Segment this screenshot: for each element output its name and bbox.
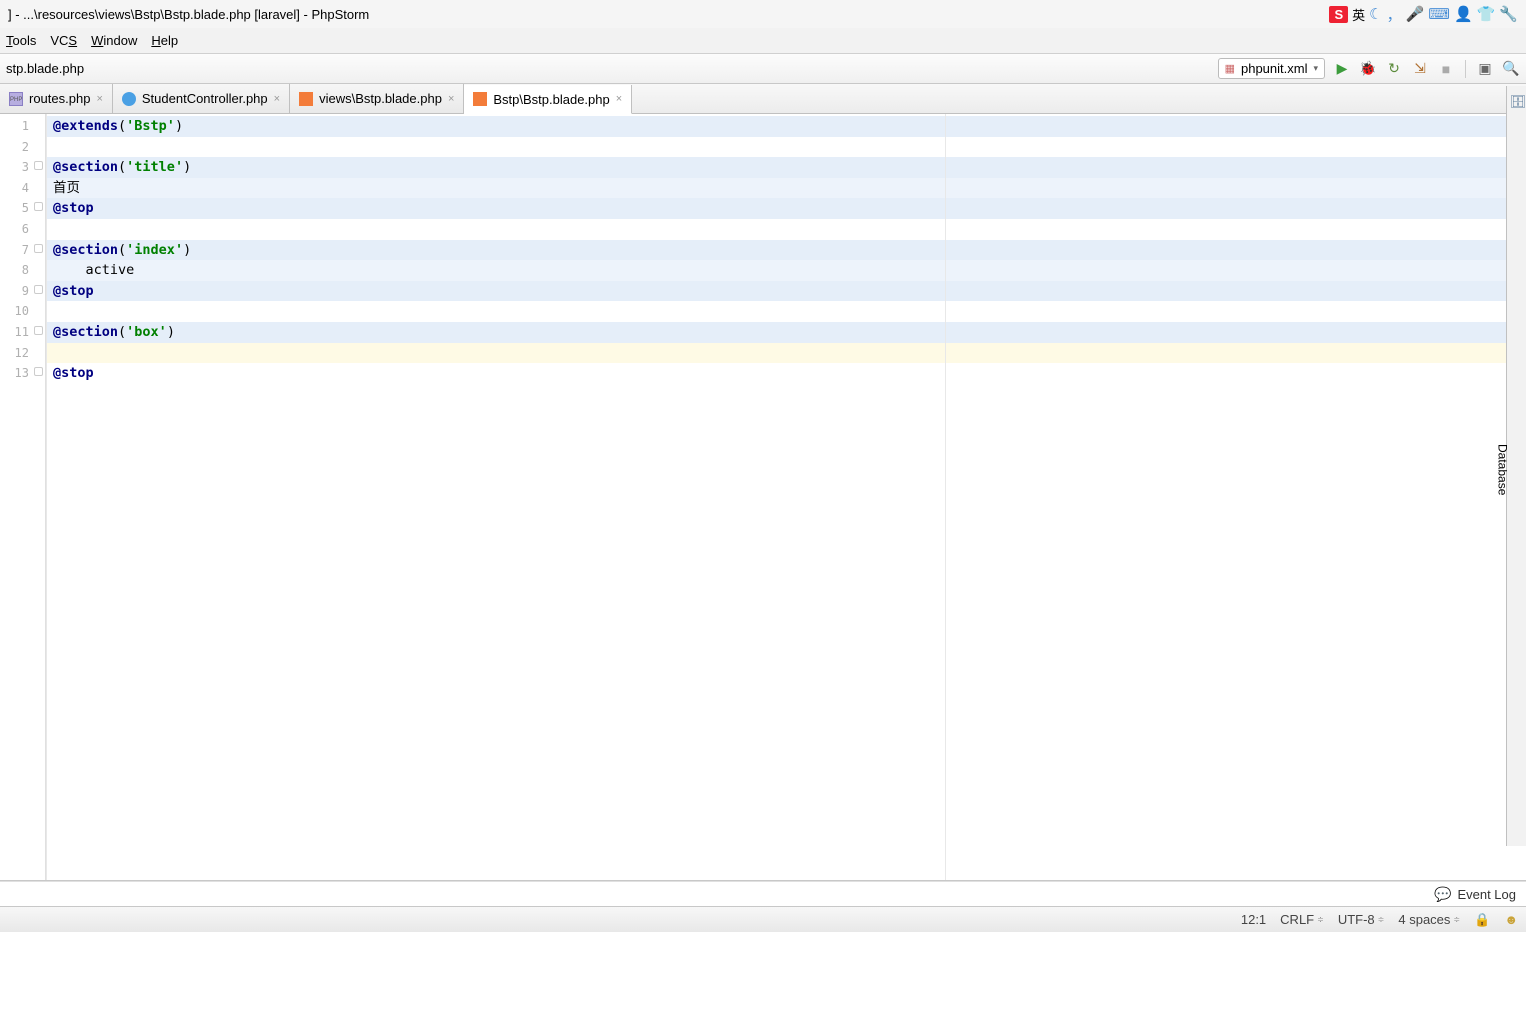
file-icon (473, 92, 487, 106)
code-line[interactable]: @stop (47, 281, 1526, 302)
tab-label: routes.php (29, 91, 90, 106)
menu-tools[interactable]: Tools (6, 33, 36, 48)
debug-button[interactable]: 🐞 (1359, 60, 1377, 78)
menubar: Tools VCS Window Help (0, 28, 1526, 54)
window-title: ] - ...\resources\views\Bstp\Bstp.blade.… (8, 7, 369, 22)
attach-button[interactable]: ⇲ (1411, 60, 1429, 78)
file-icon (122, 92, 136, 106)
status-caret-pos[interactable]: 12:1 (1241, 912, 1266, 927)
line-number[interactable]: 2 (0, 137, 45, 158)
code-line[interactable] (47, 219, 1526, 240)
code-area[interactable]: @extends('Bstp')@section('title')首页@stop… (46, 114, 1526, 880)
code-line[interactable]: @section('index') (47, 240, 1526, 261)
event-log-label[interactable]: Event Log (1457, 887, 1516, 902)
close-icon[interactable]: × (96, 93, 102, 105)
code-line[interactable] (47, 301, 1526, 322)
run-config-select[interactable]: ▦ phpunit.xml ▾ (1218, 58, 1325, 79)
line-number[interactable]: 1 (0, 116, 45, 137)
moon-icon[interactable]: ☾ (1369, 5, 1382, 23)
fold-marker-icon[interactable] (34, 326, 43, 335)
code-line[interactable]: active (47, 260, 1526, 281)
phpunit-icon: ▦ (1225, 62, 1235, 75)
code-line[interactable]: @stop (47, 363, 1526, 384)
menu-window[interactable]: Window (91, 33, 137, 48)
search-button[interactable]: 🔍 (1502, 60, 1520, 78)
tab-label: Bstp\Bstp.blade.php (493, 92, 609, 107)
line-number[interactable]: 3 (0, 157, 45, 178)
status-indent[interactable]: 4 spaces≑ (1398, 912, 1460, 927)
shirt-icon[interactable]: 👕 (1477, 5, 1496, 23)
menu-help[interactable]: Help (151, 33, 178, 48)
fold-marker-icon[interactable] (34, 202, 43, 211)
run-button[interactable]: ▶ (1333, 60, 1351, 78)
fold-marker-icon[interactable] (34, 285, 43, 294)
fold-marker-icon[interactable] (34, 367, 43, 376)
tab-label: StudentController.php (142, 91, 268, 106)
event-log-bar: 💬 Event Log (0, 882, 1526, 906)
ime-tray: S 英 ☾ ， 🎤 ⌨ 👤 👕 🔧 (1329, 4, 1518, 25)
line-number[interactable]: 7 (0, 240, 45, 261)
tab-studentcontroller-php[interactable]: StudentController.php × (113, 84, 290, 113)
code-line[interactable] (47, 137, 1526, 158)
layout-button[interactable]: ▣ (1476, 60, 1494, 78)
statusbar: 12:1 CRLF≑ UTF-8≑ 4 spaces≑ 🔒 ☻ (0, 906, 1526, 932)
line-number[interactable]: 11 (0, 322, 45, 343)
breadcrumb[interactable]: stp.blade.php (6, 61, 84, 76)
database-tool-window-button[interactable]: 🗄 Database (1506, 86, 1526, 846)
line-number[interactable]: 6 (0, 219, 45, 240)
line-number[interactable]: 9 (0, 281, 45, 302)
editor: 12345678910111213 @extends('Bstp')@secti… (0, 114, 1526, 880)
close-icon[interactable]: × (448, 93, 454, 105)
code-line[interactable]: 首页 (47, 178, 1526, 199)
stop-button: ■ (1437, 60, 1455, 78)
ime-lang-label[interactable]: 英 (1352, 5, 1365, 24)
fold-marker-icon[interactable] (34, 161, 43, 170)
file-icon (9, 92, 23, 106)
tab-bstp-bstp-blade-php[interactable]: Bstp\Bstp.blade.php × (464, 85, 632, 114)
line-number[interactable]: 10 (0, 301, 45, 322)
wrap-guide (945, 114, 946, 880)
fold-marker-icon[interactable] (34, 244, 43, 253)
code-line[interactable] (47, 343, 1526, 364)
keyboard-icon[interactable]: ⌨ (1428, 5, 1450, 23)
line-number[interactable]: 8 (0, 260, 45, 281)
comma-icon[interactable]: ， (1387, 4, 1402, 25)
event-log-icon[interactable]: 💬 (1434, 886, 1451, 903)
tab-label: views\Bstp.blade.php (319, 91, 442, 106)
tab-routes-php[interactable]: routes.php × (0, 84, 113, 113)
code-line[interactable]: @section('title') (47, 157, 1526, 178)
database-label: Database (1495, 444, 1509, 495)
database-icon: 🗄 (1509, 94, 1526, 110)
close-icon[interactable]: × (274, 93, 280, 105)
titlebar: ] - ...\resources\views\Bstp\Bstp.blade.… (0, 0, 1526, 28)
line-number[interactable]: 12 (0, 343, 45, 364)
code-line[interactable]: @stop (47, 198, 1526, 219)
menu-vcs[interactable]: VCS (50, 33, 77, 48)
line-number[interactable]: 13 (0, 363, 45, 384)
editor-tabs: routes.php×StudentController.php×views\B… (0, 84, 1526, 114)
status-line-sep[interactable]: CRLF≑ (1280, 912, 1324, 927)
hector-icon[interactable]: ☻ (1504, 912, 1518, 927)
chevron-down-icon: ▾ (1313, 63, 1318, 74)
mic-icon[interactable]: 🎤 (1406, 5, 1425, 23)
line-number[interactable]: 4 (0, 178, 45, 199)
file-icon (299, 92, 313, 106)
divider (1465, 60, 1466, 78)
coverage-button[interactable]: ↻ (1385, 60, 1403, 78)
readonly-lock-icon[interactable]: 🔒 (1474, 912, 1490, 928)
close-icon[interactable]: × (616, 93, 622, 105)
gutter[interactable]: 12345678910111213 (0, 114, 46, 880)
toolbar: stp.blade.php ▦ phpunit.xml ▾ ▶ 🐞 ↻ ⇲ ■ … (0, 54, 1526, 84)
code-line[interactable]: @section('box') (47, 322, 1526, 343)
wrench-icon[interactable]: 🔧 (1499, 5, 1518, 23)
code-line[interactable]: @extends('Bstp') (47, 116, 1526, 137)
line-number[interactable]: 5 (0, 198, 45, 219)
status-encoding[interactable]: UTF-8≑ (1338, 912, 1385, 927)
person-icon[interactable]: 👤 (1454, 5, 1473, 23)
ime-sogou-icon[interactable]: S (1329, 6, 1348, 23)
tab-views-bstp-blade-php[interactable]: views\Bstp.blade.php × (290, 84, 464, 113)
run-config-label: phpunit.xml (1241, 61, 1307, 76)
